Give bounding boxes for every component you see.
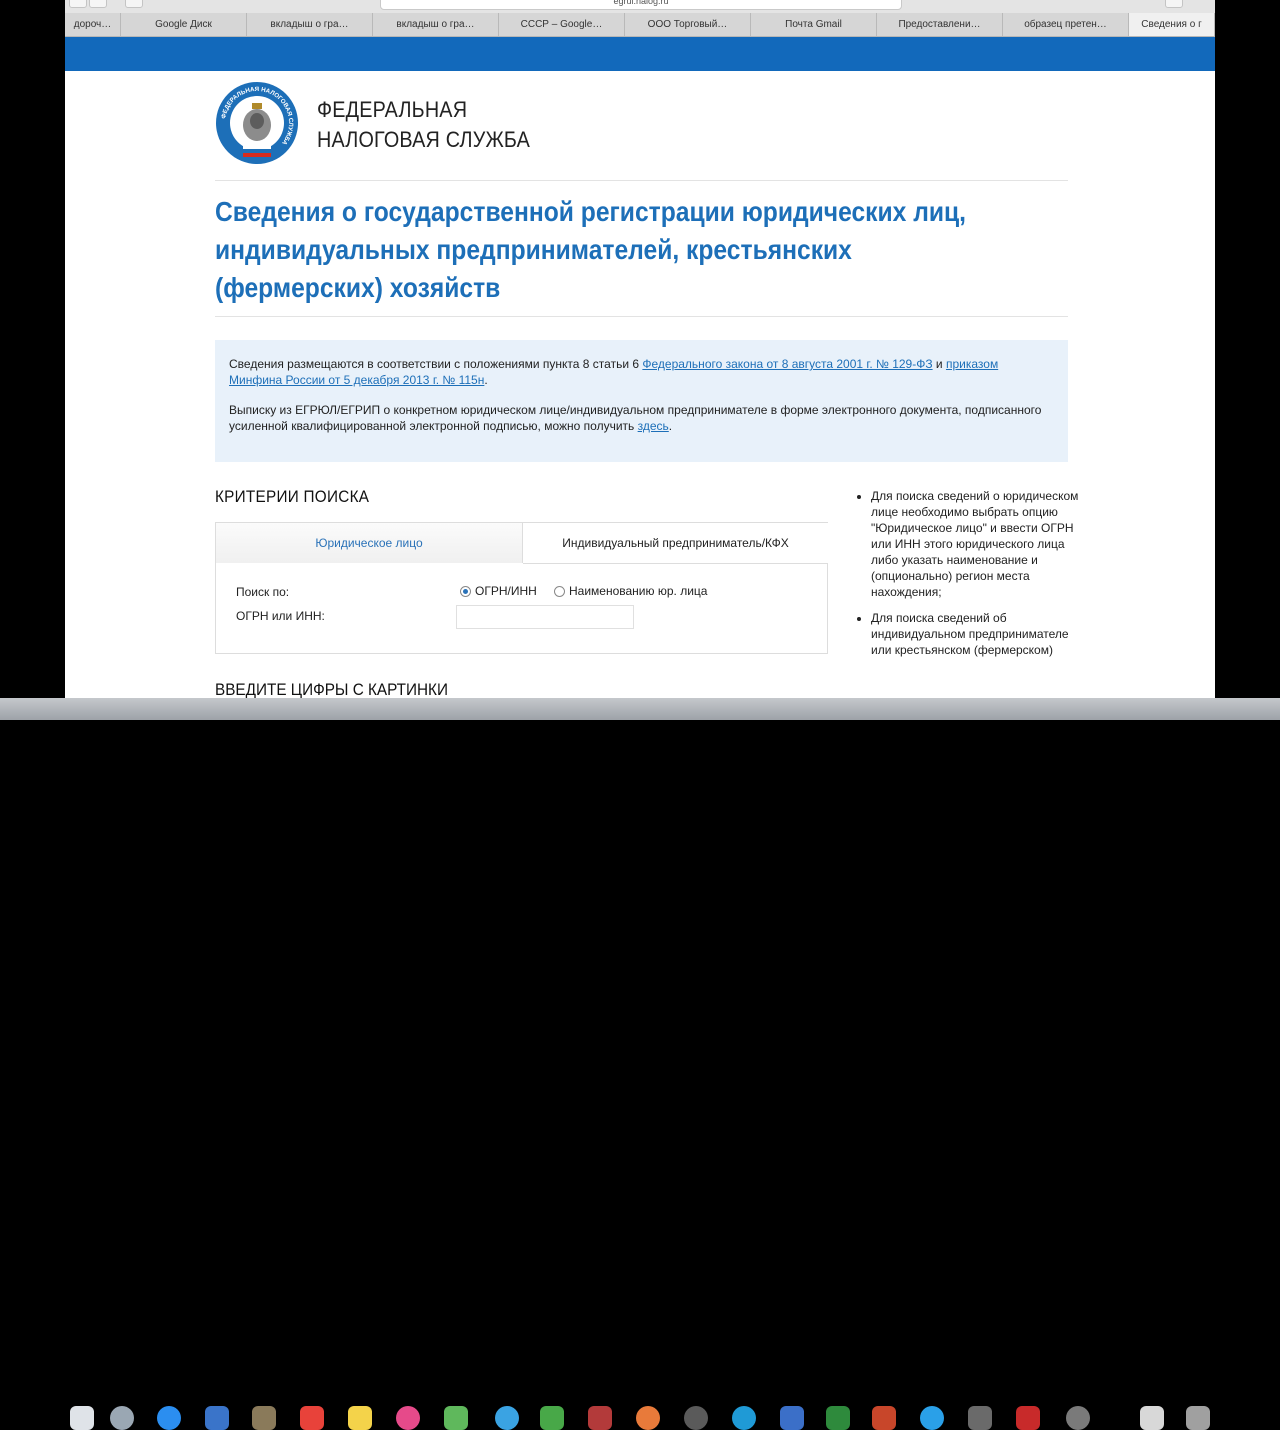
browser-tab[interactable]: Предоставлени… <box>877 13 1003 36</box>
ogrn-inn-label: ОГРН или ИНН: <box>236 609 325 623</box>
radio-name[interactable]: Наименованию юр. лица <box>554 584 707 598</box>
photo-booth-icon[interactable] <box>588 1406 612 1430</box>
launchpad-icon[interactable] <box>110 1406 134 1430</box>
chrome-icon[interactable] <box>636 1406 660 1430</box>
site-top-bar <box>65 37 1215 71</box>
notes-icon[interactable] <box>348 1406 372 1430</box>
tab-legal-entity[interactable]: Юридическое лицо <box>216 523 523 563</box>
page-title: Сведения о государственной регистрации ю… <box>215 196 966 303</box>
browser-tab-active[interactable]: Сведения о г <box>1129 13 1215 36</box>
help-item: Для поиска сведений об индивидуальном пр… <box>871 610 1091 658</box>
fns-logo-icon[interactable]: ФЕДЕРАЛЬНАЯ НАЛОГОВАЯ СЛУЖБА <box>215 81 299 165</box>
excel-icon[interactable] <box>826 1406 850 1430</box>
app-store-icon[interactable] <box>495 1406 519 1430</box>
browser-tab[interactable]: СССР – Google… <box>499 13 625 36</box>
browser-tab[interactable]: вкладыш о гра… <box>247 13 373 36</box>
browser-toolbar: egrul.nalog.ru <box>65 0 1215 13</box>
radio-checked-icon[interactable] <box>460 585 471 597</box>
extract-link[interactable]: здесь <box>638 419 669 433</box>
tab-bar: дороч… Google Диск вкладыш о гра… вклады… <box>65 13 1215 37</box>
itunes-icon[interactable] <box>396 1406 420 1430</box>
finder-icon[interactable] <box>70 1406 94 1430</box>
divider <box>215 180 1068 181</box>
search-by-label: Поиск по: <box>236 585 290 599</box>
safari-icon[interactable] <box>157 1406 181 1430</box>
calendar-icon[interactable] <box>300 1406 324 1430</box>
back-button[interactable] <box>69 0 87 8</box>
radio-unchecked-icon[interactable] <box>554 585 565 597</box>
photos-icon[interactable] <box>444 1406 468 1430</box>
law-link[interactable]: Федерального закона от 8 августа 2001 г.… <box>642 357 932 371</box>
info-paragraph: Сведения размещаются в соответствии с по… <box>229 357 999 387</box>
divider <box>215 316 1068 317</box>
forward-button[interactable] <box>89 0 107 8</box>
search-criteria-heading: КРИТЕРИИ ПОИСКА <box>215 487 370 506</box>
help-list: Для поиска сведений о юридическом лице н… <box>849 488 1091 668</box>
word-icon[interactable] <box>780 1406 804 1430</box>
browser-tab[interactable]: ООО Торговый… <box>625 13 751 36</box>
browser-tab[interactable]: вкладыш о гра… <box>373 13 499 36</box>
browser-tab[interactable]: образец претен… <box>1003 13 1129 36</box>
skype-icon[interactable] <box>732 1406 756 1430</box>
browser-tab[interactable]: дороч… <box>65 13 121 36</box>
browser-window: egrul.nalog.ru дороч… Google Диск вклады… <box>65 0 1215 720</box>
info-box: Сведения размещаются в соответствии с по… <box>215 340 1068 462</box>
radio-ogrn-inn[interactable]: ОГРН/ИНН <box>460 584 537 598</box>
org-name[interactable]: ФЕДЕРАЛЬНАЯ НАЛОГОВАЯ СЛУЖБА <box>317 95 530 155</box>
trash-icon[interactable] <box>1186 1406 1210 1430</box>
search-form: Юридическое лицо Индивидуальный предприн… <box>215 522 828 654</box>
sidebar-button[interactable] <box>125 0 143 8</box>
share-button[interactable] <box>1165 0 1183 8</box>
help-item: Для поиска сведений о юридическом лице н… <box>871 488 1091 600</box>
address-bar[interactable]: egrul.nalog.ru <box>380 0 902 10</box>
acrobat-icon[interactable] <box>1016 1406 1040 1430</box>
downloads-icon[interactable] <box>1140 1406 1164 1430</box>
ogrn-inn-input[interactable] <box>456 605 634 629</box>
org-name-line1: ФЕДЕРАЛЬНАЯ <box>317 97 468 122</box>
telegram-icon[interactable] <box>920 1406 944 1430</box>
org-name-line2: НАЛОГОВАЯ СЛУЖБА <box>317 127 531 152</box>
mail-icon[interactable] <box>205 1406 229 1430</box>
captcha-heading: ВВЕДИТЕ ЦИФРЫ С КАРТИНКИ <box>215 680 448 699</box>
system-preferences-icon[interactable] <box>684 1406 708 1430</box>
contacts-icon[interactable] <box>252 1406 276 1430</box>
browser-tab[interactable]: Google Диск <box>121 13 247 36</box>
dock <box>0 698 1280 1430</box>
powerpoint-icon[interactable] <box>872 1406 896 1430</box>
tab-individual-entrepreneur[interactable]: Индивидуальный предприниматель/КФХ <box>523 523 828 564</box>
info-paragraph: Выписку из ЕГРЮЛ/ЕГРИП о конкретном юрид… <box>229 403 1042 433</box>
app-icon[interactable] <box>1066 1406 1090 1430</box>
app-icon[interactable] <box>968 1406 992 1430</box>
browser-tab[interactable]: Почта Gmail <box>751 13 877 36</box>
messages-icon[interactable] <box>540 1406 564 1430</box>
